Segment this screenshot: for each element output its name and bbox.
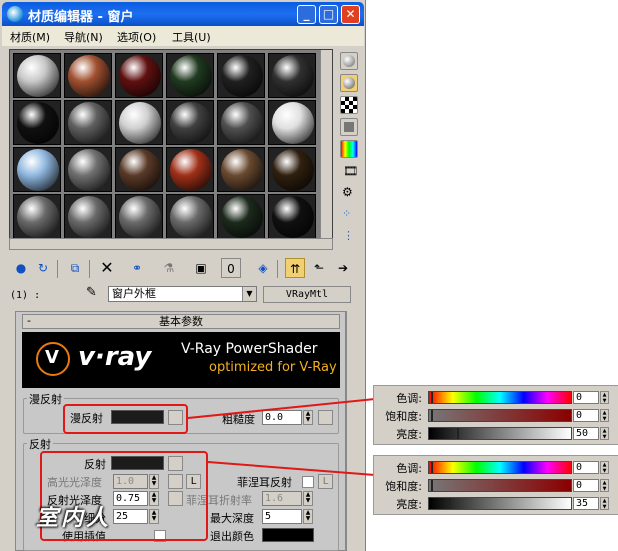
value-slider[interactable] bbox=[428, 427, 572, 440]
annotation-line-2 bbox=[207, 461, 376, 476]
value-label: 亮度: bbox=[396, 498, 422, 511]
color-selector-popup-2: 色调: 0 ▲ ▼ 饱和度: 0 ▲ ▼ 亮度: 35 ▲ ▼ bbox=[373, 455, 618, 515]
hue-label: 色调: bbox=[396, 392, 422, 405]
hue-field[interactable]: 0 bbox=[573, 391, 599, 404]
hue-spinner[interactable]: ▲ ▼ bbox=[600, 461, 609, 474]
saturation-spinner[interactable]: ▲ ▼ bbox=[600, 479, 609, 492]
hue-slider[interactable] bbox=[428, 391, 572, 404]
value-field[interactable]: 35 bbox=[573, 497, 599, 510]
saturation-field[interactable]: 0 bbox=[573, 409, 599, 422]
annotation-line-1 bbox=[187, 398, 376, 419]
hue-field[interactable]: 0 bbox=[573, 461, 599, 474]
value-marker bbox=[457, 428, 459, 439]
saturation-slider[interactable] bbox=[428, 479, 572, 492]
saturation-slider[interactable] bbox=[428, 409, 572, 422]
saturation-field[interactable]: 0 bbox=[573, 479, 599, 492]
saturation-spinner[interactable]: ▲ ▼ bbox=[600, 409, 609, 422]
hue-spinner[interactable]: ▲ ▼ bbox=[600, 391, 609, 404]
watermark: 室内人 bbox=[36, 506, 112, 531]
hue-label: 色调: bbox=[396, 462, 422, 475]
saturation-label: 饱和度: bbox=[385, 480, 422, 493]
value-field[interactable]: 50 bbox=[573, 427, 599, 440]
value-spinner[interactable]: ▲ ▼ bbox=[600, 497, 609, 510]
value-spinner[interactable]: ▲ ▼ bbox=[600, 427, 609, 440]
saturation-label: 饱和度: bbox=[385, 410, 422, 423]
value-label: 亮度: bbox=[396, 428, 422, 441]
value-marker bbox=[449, 498, 451, 509]
value-slider[interactable] bbox=[428, 497, 572, 510]
color-selector-popup-1: 色调: 0 ▲ ▼ 饱和度: 0 ▲ ▼ 亮度: 50 ▲ ▼ bbox=[373, 385, 618, 445]
hue-slider[interactable] bbox=[428, 461, 572, 474]
